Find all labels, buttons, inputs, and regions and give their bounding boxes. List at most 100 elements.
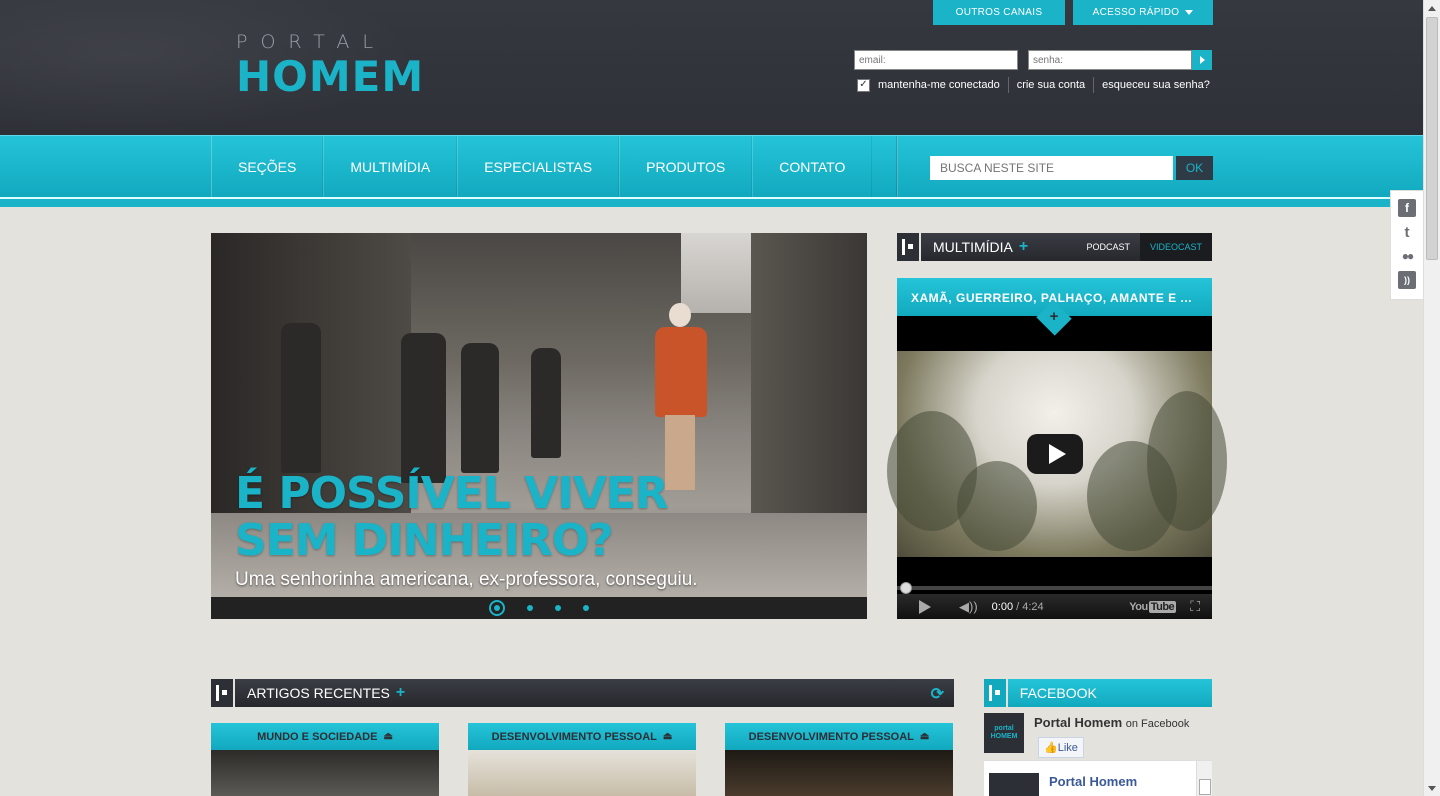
divider	[1007, 77, 1009, 93]
tab-videocast[interactable]: VIDEOCAST	[1139, 233, 1212, 261]
caret-down-icon	[1185, 10, 1194, 15]
logo-portal-text: PORTAL	[236, 31, 386, 53]
site-search-input[interactable]	[930, 156, 1173, 180]
nav-divider	[896, 136, 898, 198]
nav-item-produtos[interactable]: PRODUTOS	[619, 136, 753, 198]
nav-item-secoes[interactable]: SEÇÕES	[211, 136, 324, 198]
video-time-current: 0:00	[991, 600, 1014, 613]
slide-pagination	[211, 597, 867, 619]
social-sidebar: f t ●● ))	[1390, 190, 1423, 300]
section-marker-icon	[984, 679, 1006, 707]
artigos-title[interactable]: ARTIGOS RECENTES	[247, 685, 390, 701]
article-image[interactable]	[725, 750, 953, 796]
article-card[interactable]: MUNDO E SOCIEDADE ⏏	[211, 723, 439, 796]
facebook-feed-name[interactable]: Portal Homem	[1049, 774, 1137, 789]
page-scrollbar[interactable]	[1423, 0, 1440, 796]
artigos-header: ARTIGOS RECENTES + ⟳	[211, 679, 954, 707]
outros-canais-button[interactable]: OUTROS CANAIS	[933, 0, 1065, 25]
slide-headline-line2: SEM DINHEIRO?	[235, 515, 614, 566]
scroll-down-button[interactable]	[1424, 780, 1440, 796]
slide-figure	[531, 348, 561, 458]
nav-item-especialistas[interactable]: ESPECIALISTAS	[457, 136, 620, 198]
eject-icon[interactable]: ⏏	[663, 731, 672, 742]
acesso-rapido-button[interactable]: ACESSO RÁPIDO	[1073, 0, 1213, 25]
facebook-feed-avatar[interactable]	[989, 773, 1039, 796]
slide-dot-1[interactable]	[489, 600, 505, 616]
video-time-total: / 4:24	[1016, 600, 1044, 613]
featured-slider[interactable]: É POSSÍVEL VIVER SEM DINHEIRO? Uma senho…	[211, 233, 867, 619]
site-header: PORTAL HOMEM OUTROS CANAIS ACESSO RÁPIDO…	[0, 0, 1423, 135]
slide-figure-woman	[651, 303, 711, 493]
slide-figure	[281, 323, 321, 473]
scroll-up-button[interactable]	[1424, 0, 1440, 16]
password-input[interactable]	[1028, 50, 1192, 70]
slide-headline-line1: É POSSÍVEL VIVER	[235, 468, 669, 519]
facebook-feed: Portal Homem	[984, 760, 1212, 796]
flickr-icon[interactable]: ●●	[1398, 247, 1416, 265]
nav-items: SEÇÕES MULTIMÍDIA ESPECIALISTAS PRODUTOS…	[211, 136, 873, 198]
video-time: 0:00 / 4:24	[992, 601, 1044, 613]
section-marker-icon	[897, 233, 919, 261]
facebook-title: FACEBOOK	[1007, 679, 1212, 707]
create-account-link[interactable]: crie sua conta	[1017, 79, 1085, 91]
video-progress-bar[interactable]	[897, 586, 1212, 590]
refresh-icon[interactable]: ⟳	[931, 684, 944, 704]
article-image[interactable]	[211, 750, 439, 796]
search-ok-button[interactable]: OK	[1176, 156, 1213, 180]
youtube-logo[interactable]: You Tube	[1129, 600, 1177, 613]
remember-label: mantenha-me conectado	[878, 79, 1000, 91]
slide-headline[interactable]: É POSSÍVEL VIVER SEM DINHEIRO?	[235, 468, 669, 566]
logo-homem-text: HOMEM	[236, 52, 425, 101]
facebook-widget: portal HOMEM Portal Homem on Facebook 👍 Li…	[984, 707, 1212, 796]
video-frame[interactable]	[887, 351, 1227, 557]
plus-icon[interactable]: +	[1019, 238, 1028, 256]
play-icon[interactable]	[919, 599, 931, 614]
facebook-page-name[interactable]: Portal Homem on Facebook	[1034, 715, 1189, 730]
site-logo[interactable]: PORTAL HOMEM	[236, 32, 424, 100]
play-icon[interactable]	[1027, 434, 1083, 474]
forgot-password-link[interactable]: esqueceu sua senha?	[1102, 79, 1210, 91]
arrow-up-icon	[1428, 5, 1436, 11]
article-image[interactable]	[468, 750, 696, 796]
eject-icon[interactable]: ⏏	[920, 731, 929, 742]
video-progress-knob[interactable]	[900, 582, 912, 594]
login-submit-button[interactable]	[1192, 50, 1212, 70]
remember-checkbox[interactable]: ✓	[857, 78, 870, 92]
email-input[interactable]	[854, 50, 1018, 70]
acesso-rapido-label: ACESSO RÁPIDO	[1092, 7, 1180, 18]
nav-item-multimidia[interactable]: MULTIMÍDIA	[323, 136, 458, 198]
slide-dot-2[interactable]	[527, 605, 533, 611]
fullscreen-icon[interactable]: ⛶	[1190, 598, 1200, 615]
video-player: XAMÃ, GUERREIRO, PALHAÇO, AMANTE E ... +…	[887, 278, 1227, 619]
slide-subtitle: Uma senhorinha americana, ex-professora,…	[235, 569, 698, 590]
divider	[1093, 77, 1095, 93]
facebook-page-avatar[interactable]: portal HOMEM	[984, 713, 1024, 753]
eject-icon[interactable]: ⏏	[383, 731, 392, 742]
video-controls: ◀)) 0:00 / 4:24 You Tube ⛶	[897, 594, 1212, 619]
slide-dot-3[interactable]	[555, 605, 561, 611]
tab-podcast[interactable]: PODCAST	[1076, 233, 1140, 261]
multimidia-tabs: PODCAST VIDEOCAST	[1076, 233, 1212, 261]
rss-icon[interactable]: ))	[1398, 271, 1416, 289]
slide-dot-4[interactable]	[583, 605, 589, 611]
multimidia-title[interactable]: MULTIMÍDIA	[933, 239, 1013, 255]
article-card[interactable]: DESENVOLVIMENTO PESSOAL ⏏	[468, 723, 696, 796]
main-nav: SEÇÕES MULTIMÍDIA ESPECIALISTAS PRODUTOS…	[0, 135, 1423, 198]
scrollbar-thumb[interactable]	[1426, 17, 1438, 260]
twitter-icon[interactable]: t	[1398, 223, 1416, 241]
arrow-right-icon	[1199, 56, 1205, 64]
plus-icon: +	[1049, 308, 1059, 325]
article-card[interactable]: DESENVOLVIMENTO PESSOAL ⏏	[725, 723, 953, 796]
slide-figure	[461, 343, 499, 473]
nav-item-contato[interactable]: CONTATO	[752, 136, 873, 198]
multimidia-header: MULTIMÍDIA + PODCAST VIDEOCAST	[897, 233, 1212, 261]
facebook-like-button[interactable]: 👍 Like	[1038, 737, 1084, 758]
login-links: ✓ mantenha-me conectado crie sua conta e…	[857, 77, 1210, 93]
nav-bottom-line	[0, 199, 1423, 207]
facebook-header: FACEBOOK	[984, 679, 1212, 707]
facebook-icon[interactable]: f	[1398, 199, 1416, 217]
volume-icon[interactable]: ◀))	[959, 599, 978, 615]
facebook-feed-scrollbar[interactable]	[1196, 761, 1212, 796]
arrow-down-icon	[1428, 785, 1436, 791]
plus-icon[interactable]: +	[396, 684, 405, 702]
